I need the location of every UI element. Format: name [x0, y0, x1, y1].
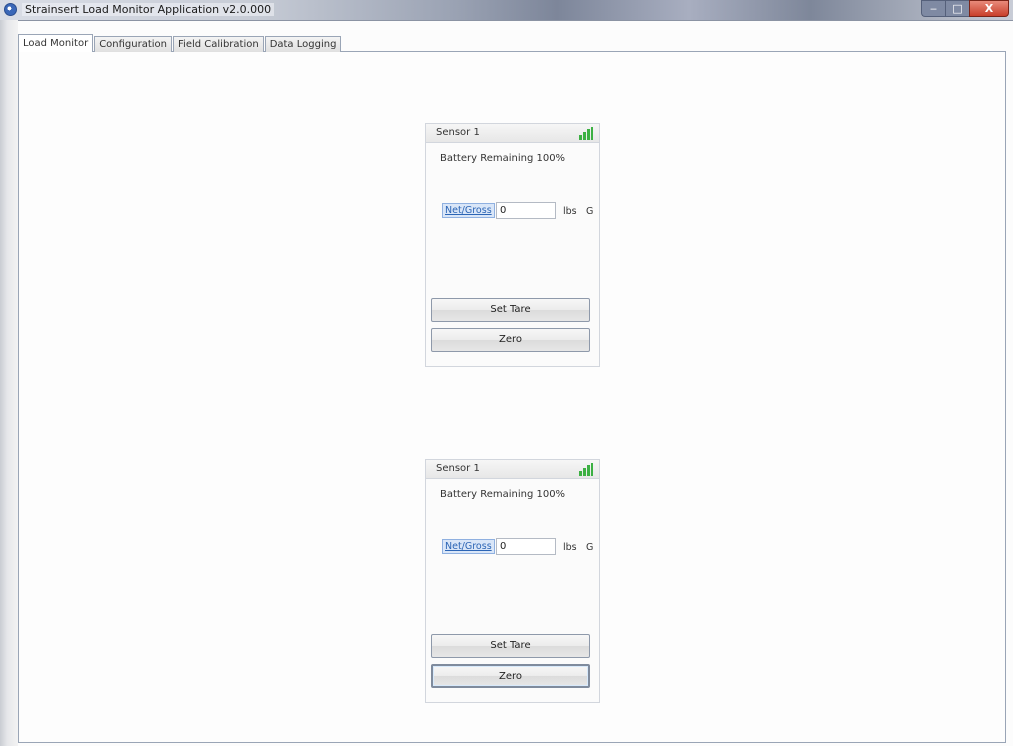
sensor-card-header: Sensor 1	[426, 124, 599, 143]
load-value-field[interactable]	[496, 538, 556, 555]
zero-button[interactable]: Zero	[431, 664, 590, 688]
tab-bar: Load Monitor Configuration Field Calibra…	[18, 34, 342, 52]
sensor-card: Sensor 1 Battery Remaining 100% Net/Gros…	[425, 123, 600, 367]
battery-status: Battery Remaining 100%	[440, 489, 566, 500]
title-bar: Strainsert Load Monitor Application v2.0…	[0, 0, 1013, 21]
set-tare-button[interactable]: Set Tare	[431, 298, 590, 322]
window-left-edge	[0, 20, 18, 746]
tab-field-calibration[interactable]: Field Calibration	[173, 36, 264, 52]
unit-label: lbs	[563, 542, 577, 553]
mode-indicator: G	[586, 206, 594, 217]
sensor-card-header: Sensor 1	[426, 460, 599, 479]
net-gross-toggle[interactable]: Net/Gross	[442, 203, 495, 218]
tab-configuration[interactable]: Configuration	[94, 36, 173, 52]
mode-indicator: G	[586, 542, 594, 553]
maximize-button[interactable]: □	[945, 0, 969, 17]
app-icon	[4, 3, 17, 16]
zero-button[interactable]: Zero	[431, 328, 590, 352]
close-button[interactable]: X	[969, 0, 1009, 17]
net-gross-toggle[interactable]: Net/Gross	[442, 539, 495, 554]
set-tare-button[interactable]: Set Tare	[431, 634, 590, 658]
sensor-title: Sensor 1	[436, 463, 480, 474]
load-value-field[interactable]	[496, 202, 556, 219]
window-controls: ‒ □ X	[921, 0, 1009, 18]
minimize-button[interactable]: ‒	[921, 0, 945, 17]
tab-load-monitor[interactable]: Load Monitor	[18, 34, 94, 52]
tab-data-logging[interactable]: Data Logging	[264, 36, 342, 52]
load-monitor-panel: Sensor 1 Battery Remaining 100% Net/Gros…	[18, 51, 1006, 743]
battery-status: Battery Remaining 100%	[440, 153, 566, 164]
signal-strength-icon	[579, 127, 593, 140]
sensor-card: Sensor 1 Battery Remaining 100% Net/Gros…	[425, 459, 600, 703]
app-window: Strainsert Load Monitor Application v2.0…	[0, 0, 1013, 746]
signal-strength-icon	[579, 463, 593, 476]
sensor-title: Sensor 1	[436, 127, 480, 138]
window-title: Strainsert Load Monitor Application v2.0…	[22, 3, 275, 16]
unit-label: lbs	[563, 206, 577, 217]
